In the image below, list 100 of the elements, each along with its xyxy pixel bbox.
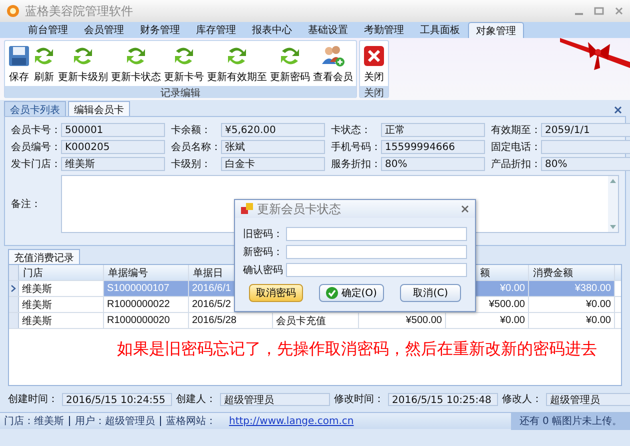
password-field[interactable] — [286, 227, 467, 241]
menu-tab[interactable]: 库存管理 — [188, 22, 244, 38]
input-field[interactable]: ¥5,620.00 — [221, 123, 325, 137]
row-header-cell — [9, 313, 19, 328]
table-cell: ¥0.00 — [529, 313, 615, 328]
ribbon-button[interactable]: 更新有效期至 — [206, 43, 268, 86]
table-cell: 会员卡充值 — [273, 313, 359, 328]
password-field[interactable] — [286, 245, 467, 259]
field-label: 新密码： — [243, 246, 283, 259]
input-field[interactable]: 白金卡 — [221, 157, 325, 171]
field-label: 卡余额： — [171, 124, 212, 137]
column-header[interactable]: 消费金额 — [529, 265, 615, 280]
ribbon-button[interactable]: 刷新 — [32, 43, 56, 86]
table-cell: R1000000022 — [104, 297, 189, 312]
dialog-title: 更新会员卡状态 — [257, 200, 341, 218]
input-field[interactable]: 15599994666 — [381, 140, 485, 154]
close-icon[interactable] — [614, 106, 622, 114]
menu-tab[interactable]: 前台管理 — [20, 22, 76, 38]
field-label: 会员名称： — [171, 141, 215, 154]
scrollbar[interactable] — [608, 176, 618, 232]
field-label: 创建人： — [176, 392, 216, 406]
table-cell: 2016/5/28 — [189, 313, 273, 328]
input-field[interactable]: 维美斯 — [61, 157, 165, 171]
ribbon-button[interactable]: 更新卡状态 — [110, 43, 162, 86]
table-cell: 维美斯 — [19, 281, 104, 296]
field-label: 创建时间： — [8, 392, 58, 406]
app-logo-icon — [6, 4, 20, 18]
input-field[interactable]: 正常 — [381, 123, 485, 137]
table-cell: ¥0.00 — [446, 313, 529, 328]
document-tab[interactable]: 编辑会员卡 — [68, 101, 130, 116]
check-icon — [326, 287, 338, 299]
password-field[interactable] — [286, 263, 467, 277]
document-tab[interactable]: 会员卡列表 — [4, 101, 66, 116]
row-pointer-icon — [11, 285, 16, 292]
dialog-button[interactable]: 确定(O) — [319, 284, 384, 302]
note-text: 如果是旧密码忘记了，先操作取消密码，然后在重新改新的密码进去 — [117, 339, 598, 359]
field-label: 修改时间： — [334, 392, 384, 406]
refresh-icon — [72, 45, 94, 67]
upload-status: 还有 0 幅图片未上传。 — [511, 412, 630, 430]
input-field[interactable]: 2016/5/15 10:25:48 — [388, 392, 498, 406]
menu-tab[interactable]: 会员管理 — [76, 22, 132, 38]
refresh-icon — [33, 45, 55, 67]
close-icon — [363, 45, 385, 67]
input-field[interactable]: 80% — [541, 157, 630, 171]
ribbon-button[interactable]: 更新卡级别 — [57, 43, 109, 86]
table-cell: 维美斯 — [19, 313, 104, 328]
status-text: 蓝格网站： — [166, 414, 216, 428]
ribbon-button[interactable]: 关闭 — [362, 43, 386, 86]
menu-tab[interactable]: 基础设置 — [300, 22, 356, 38]
close-icon[interactable] — [614, 6, 624, 16]
input-field[interactable]: 80% — [381, 157, 485, 171]
field-label: 会员卡号： — [11, 124, 55, 137]
status-text: 门店：维美斯 — [4, 414, 64, 428]
people-icon — [321, 45, 345, 67]
input-field[interactable]: 500001 — [61, 123, 165, 137]
table-cell: S1000000107 — [104, 281, 189, 296]
dialog-button[interactable]: 取消密码 — [249, 284, 303, 302]
column-header[interactable]: 单据编号 — [104, 265, 189, 280]
field-label: 会员编号： — [11, 140, 55, 154]
maximize-icon[interactable] — [594, 6, 604, 16]
column-header[interactable]: 门店 — [19, 265, 104, 280]
refresh-icon — [279, 45, 301, 67]
field-label: 卡状态： — [331, 124, 372, 137]
records-tab[interactable]: 充值消费记录 — [8, 249, 80, 264]
field-label: 修改人： — [502, 393, 542, 406]
floppy-icon — [8, 45, 30, 67]
refresh-icon — [226, 45, 248, 67]
ribbon-button[interactable]: 保存 — [7, 43, 31, 86]
field-label: 产品折扣： — [491, 158, 535, 171]
group-caption: 记录编辑 — [5, 86, 356, 98]
table-row[interactable]: 维美斯 R1000000020 2016/5/28 会员卡充值 ¥500.00 ¥0.00 ¥0.00 — [9, 313, 621, 329]
field-label: 卡级别： — [171, 158, 212, 171]
ribbon-button[interactable]: 更新密码 — [269, 43, 311, 86]
website-link[interactable]: http://www.lange.com.cn — [229, 416, 354, 426]
menu-tab[interactable]: 对象管理 — [468, 22, 524, 38]
dialog-button[interactable]: 取消(C) — [400, 284, 461, 302]
ribbon-button[interactable]: 更新卡号 — [163, 43, 205, 86]
window-title: 蓝格美容院管理软件 — [25, 2, 133, 20]
menu-tab[interactable]: 报表中心 — [244, 22, 300, 38]
input-field[interactable]: 2016/5/15 10:24:55 — [62, 392, 172, 406]
menu-tab[interactable]: 考勤管理 — [356, 22, 412, 38]
input-field[interactable]: K000205 — [61, 140, 165, 154]
field-label: 旧密码： — [243, 228, 283, 241]
menu-tab[interactable]: 工具面板 — [412, 22, 468, 38]
input-field[interactable]: 超级管理员 — [220, 392, 330, 406]
group-caption: 关闭 — [360, 86, 388, 98]
refresh-icon — [173, 45, 195, 67]
ribbon-button[interactable]: 查看会员 — [312, 43, 354, 86]
input-field[interactable] — [541, 140, 630, 154]
table-cell: ¥500.00 — [359, 313, 446, 328]
table-cell: R1000000020 — [104, 313, 189, 328]
table-cell: ¥380.00 — [529, 281, 615, 296]
close-icon[interactable] — [461, 205, 469, 213]
refresh-icon — [125, 45, 147, 67]
status-text: 用户：超级管理员 — [75, 414, 155, 428]
input-field[interactable]: 张斌 — [221, 140, 325, 154]
table-cell: ¥0.00 — [529, 297, 615, 312]
menu-tab[interactable]: 财务管理 — [132, 22, 188, 38]
input-field[interactable]: 2059/1/1 — [541, 123, 630, 137]
input-field[interactable]: 超级管理员 — [546, 392, 630, 406]
